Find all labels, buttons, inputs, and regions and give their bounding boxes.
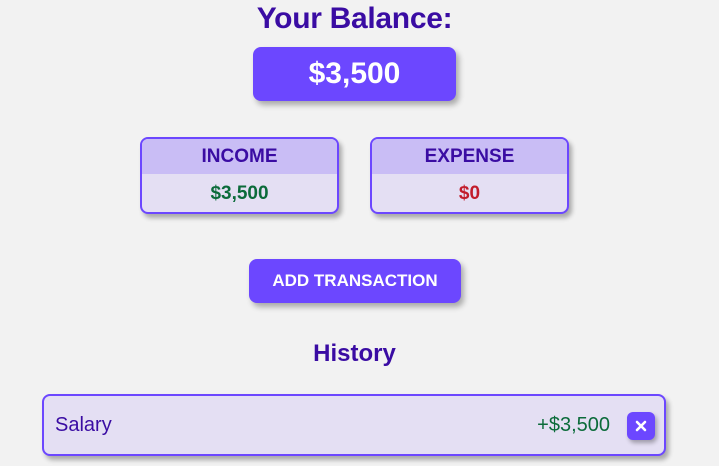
income-label: INCOME xyxy=(142,139,337,174)
income-value: $3,500 xyxy=(210,183,269,204)
expense-value: $0 xyxy=(458,183,481,204)
balance-amount: $3,500 xyxy=(308,57,401,90)
income-card: INCOME $3,500 xyxy=(140,137,339,214)
transaction-name: Salary xyxy=(55,413,112,436)
balance-title: Your Balance: xyxy=(256,2,453,35)
close-icon xyxy=(635,420,647,432)
delete-transaction-button[interactable] xyxy=(627,412,655,440)
balance-display: $3,500 xyxy=(253,47,456,101)
history-title: History xyxy=(313,340,396,367)
expense-card: EXPENSE $0 xyxy=(370,137,569,214)
expense-label: EXPENSE xyxy=(372,139,567,174)
transaction-amount: +$3,500 xyxy=(537,413,610,436)
add-transaction-button[interactable]: ADD TRANSACTION xyxy=(249,259,461,303)
transaction-row: Salary +$3,500 xyxy=(42,394,666,456)
expense-tracker-app: Your Balance: $3,500 INCOME $3,500 EXPEN… xyxy=(0,0,719,466)
